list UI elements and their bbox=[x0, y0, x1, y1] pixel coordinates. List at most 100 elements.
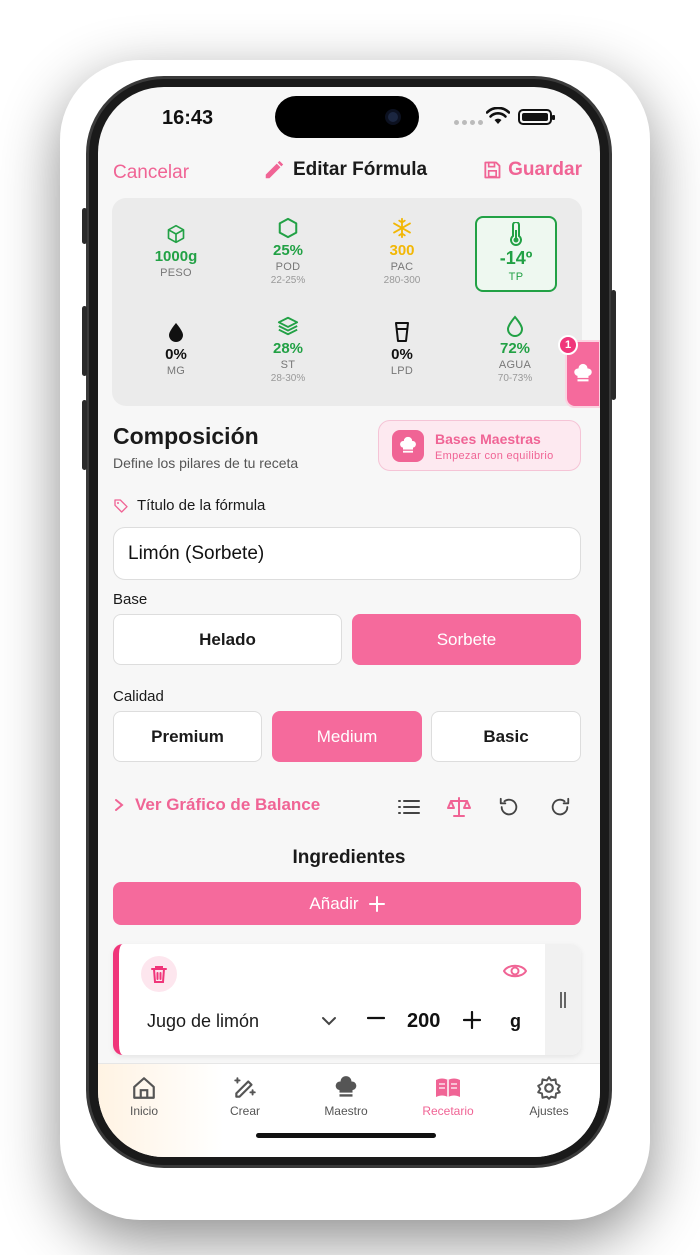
balance-chart-toggle[interactable]: Ver Gráfico de Balance bbox=[113, 795, 320, 815]
home-icon bbox=[133, 1077, 155, 1099]
bases-maestras-button[interactable]: Bases Maestras Empezar con equilibrio bbox=[378, 420, 581, 471]
metric-label: POD bbox=[275, 261, 301, 273]
tab-recetario[interactable]: Recetario bbox=[408, 1074, 488, 1118]
metric-range: 22-25% bbox=[270, 275, 306, 286]
glass-icon bbox=[395, 322, 409, 342]
battery-icon bbox=[518, 109, 555, 125]
balance-button[interactable] bbox=[445, 793, 473, 821]
cancel-button[interactable]: Cancelar bbox=[113, 162, 189, 184]
layers-icon bbox=[277, 316, 299, 336]
quality-option-medium[interactable]: Medium bbox=[272, 711, 422, 762]
drag-handle[interactable] bbox=[545, 944, 581, 1055]
add-label: Añadir bbox=[309, 893, 359, 913]
magic-pencil-icon bbox=[234, 1077, 256, 1098]
minus-icon bbox=[366, 1016, 386, 1020]
chevron-down-icon bbox=[322, 1017, 336, 1026]
title-input[interactable] bbox=[113, 527, 581, 580]
water-drop-icon bbox=[506, 315, 524, 337]
metric-value: 1000g bbox=[154, 248, 198, 265]
list-view-button[interactable] bbox=[395, 793, 423, 821]
tab-label: Recetario bbox=[422, 1104, 474, 1118]
section-title: Composición bbox=[113, 423, 259, 449]
metric-lpd[interactable]: 0% LPD bbox=[362, 320, 442, 377]
base-label: Base bbox=[113, 591, 148, 608]
bases-title: Bases Maestras bbox=[435, 431, 541, 447]
tab-crear[interactable]: Crear bbox=[205, 1074, 285, 1118]
metric-value: 0% bbox=[391, 346, 413, 363]
undo-icon bbox=[499, 797, 518, 816]
metrics-panel: 1000g PESO 25% POD 22-25% 300 PAC 280-30… bbox=[112, 198, 582, 406]
metric-range: 70-73% bbox=[497, 373, 533, 384]
metric-value: 72% bbox=[499, 340, 531, 357]
metric-pac[interactable]: 300 PAC 280-300 bbox=[362, 216, 442, 286]
metric-agua[interactable]: 72% AGUA 70-73% bbox=[475, 314, 555, 384]
metric-label: TP bbox=[508, 271, 524, 283]
tab-label: Ajustes bbox=[529, 1104, 569, 1118]
redo-button[interactable] bbox=[546, 793, 574, 821]
balance-link-label: Ver Gráfico de Balance bbox=[135, 795, 321, 814]
volume-down-button bbox=[82, 400, 87, 470]
tab-maestro[interactable]: Maestro bbox=[306, 1074, 386, 1118]
floppy-icon bbox=[484, 161, 501, 179]
scale-icon bbox=[447, 797, 471, 817]
base-option-helado[interactable]: Helado bbox=[113, 614, 342, 665]
metric-label: AGUA bbox=[498, 359, 532, 371]
metric-mg[interactable]: 0% MG bbox=[136, 320, 216, 377]
drop-icon bbox=[169, 323, 183, 342]
redo-icon bbox=[551, 797, 570, 816]
quality-option-premium[interactable]: Premium bbox=[113, 711, 262, 762]
quality-option-basic[interactable]: Basic bbox=[431, 711, 581, 762]
composition-section: Composición Define los pilares de tu rec… bbox=[98, 407, 600, 1067]
tab-inicio[interactable]: Inicio bbox=[104, 1074, 184, 1118]
dynamic-island bbox=[275, 96, 419, 138]
ingredient-card: Jugo de limón 200 g bbox=[113, 944, 581, 1055]
metric-label: MG bbox=[166, 365, 186, 377]
quantity-unit: g bbox=[510, 1011, 521, 1031]
tab-label: Inicio bbox=[129, 1104, 158, 1118]
delete-ingredient-button[interactable] bbox=[141, 956, 177, 992]
undo-button[interactable] bbox=[495, 793, 523, 821]
wifi-icon bbox=[486, 107, 510, 124]
save-button[interactable]: Guardar bbox=[482, 159, 582, 181]
home-indicator bbox=[256, 1133, 436, 1138]
visibility-button[interactable] bbox=[502, 962, 528, 985]
chef-hat-icon bbox=[574, 363, 592, 382]
metric-range: 280-300 bbox=[383, 275, 421, 286]
tag-icon bbox=[114, 498, 128, 513]
pencil-icon bbox=[265, 160, 284, 179]
metric-pod[interactable]: 25% POD 22-25% bbox=[248, 216, 328, 286]
metric-tp[interactable]: -14º TP bbox=[475, 216, 557, 292]
tab-label: Crear bbox=[229, 1104, 260, 1118]
title-field-label: Título de la fórmula bbox=[113, 497, 265, 514]
quantity-value[interactable]: 200 bbox=[407, 1010, 440, 1033]
eye-icon bbox=[502, 964, 528, 978]
plus-icon bbox=[462, 1010, 482, 1030]
add-ingredient-button[interactable]: Añadir bbox=[113, 882, 581, 925]
notification-badge: 1 bbox=[558, 335, 578, 355]
snowflake-icon bbox=[393, 217, 411, 239]
metric-st[interactable]: 28% ST 28-30% bbox=[248, 314, 328, 384]
hexagon-icon bbox=[278, 217, 298, 239]
section-subtitle: Define los pilares de tu receta bbox=[113, 455, 299, 471]
decrease-quantity-button[interactable] bbox=[366, 1006, 386, 1034]
chef-hat-icon bbox=[392, 430, 424, 462]
metric-value: -14º bbox=[499, 248, 533, 268]
mute-switch bbox=[82, 208, 87, 244]
metric-value: 25% bbox=[272, 242, 304, 259]
increase-quantity-button[interactable] bbox=[462, 1005, 482, 1036]
quality-label: Calidad bbox=[113, 688, 164, 705]
nav-title: Editar Fórmula bbox=[263, 159, 427, 181]
metric-peso[interactable]: 1000g PESO bbox=[136, 222, 216, 279]
ingredient-select[interactable]: Jugo de limón bbox=[147, 1011, 259, 1032]
bases-subtitle: Empezar con equilibrio bbox=[435, 450, 554, 462]
tab-ajustes[interactable]: Ajustes bbox=[509, 1074, 589, 1118]
tab-bar: Inicio Crear Maestro Recetario Ajustes bbox=[98, 1063, 600, 1157]
base-option-sorbete[interactable]: Sorbete bbox=[352, 614, 581, 665]
status-time: 16:43 bbox=[162, 107, 214, 129]
metric-value: 28% bbox=[272, 340, 304, 357]
metric-range: 28-30% bbox=[270, 373, 306, 384]
book-icon bbox=[436, 1078, 460, 1097]
nav-bar: Cancelar Editar Fórmula Guardar bbox=[98, 153, 600, 193]
chevron-right-icon bbox=[115, 799, 124, 811]
ingredient-dropdown[interactable] bbox=[321, 1014, 337, 1032]
